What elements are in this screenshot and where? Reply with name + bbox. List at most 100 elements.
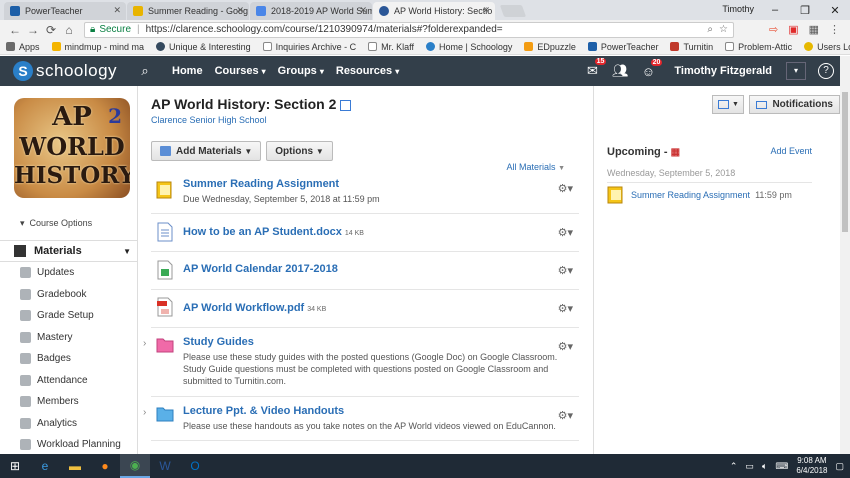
notifications-icon[interactable]: ☺ 20 bbox=[634, 58, 663, 79]
sidebar-item-updates[interactable]: Updates bbox=[0, 262, 137, 284]
gear-icon[interactable]: ⚙▾ bbox=[558, 409, 573, 422]
material-title[interactable]: Lecture Ppt. & Video Handouts bbox=[183, 405, 579, 417]
extension-arrow-icon[interactable]: ⇨ bbox=[769, 23, 778, 36]
network-icon[interactable]: ▭ bbox=[745, 461, 754, 472]
scrollbar-thumb[interactable] bbox=[842, 92, 848, 232]
language-icon[interactable]: ⌨ bbox=[775, 461, 788, 472]
sidebar-item-badges[interactable]: Badges bbox=[0, 348, 137, 370]
volume-icon[interactable]: 🔈︎ bbox=[762, 461, 767, 472]
outlook-icon[interactable]: O bbox=[180, 454, 210, 478]
school-link[interactable]: Clarence Senior High School bbox=[151, 115, 267, 125]
sidebar-item-attendance[interactable]: Attendance bbox=[0, 370, 137, 392]
upcoming-item[interactable]: Summer Reading Assignment 11:59 pm bbox=[607, 186, 792, 204]
bookmark-users-login[interactable]: Users Login Page - bbox=[804, 42, 850, 52]
gear-icon[interactable]: ⚙▾ bbox=[558, 340, 573, 353]
sidebar-item-gradebook[interactable]: Gradebook bbox=[0, 284, 137, 306]
bookmark-schoology[interactable]: Home | Schoology bbox=[426, 42, 512, 52]
sidebar-item-members[interactable]: Members bbox=[0, 391, 137, 413]
bookmark-klaff[interactable]: Mr. Klaff bbox=[368, 42, 414, 52]
gear-icon[interactable]: ⚙▾ bbox=[558, 302, 573, 315]
close-tab-icon[interactable]: ✕ bbox=[482, 5, 490, 16]
notifications-button[interactable]: Notifications bbox=[749, 95, 840, 114]
close-tab-icon[interactable]: ✕ bbox=[236, 5, 244, 16]
action-center-icon[interactable]: ▢ bbox=[835, 461, 844, 472]
bookmark-star-icon[interactable]: ☆ bbox=[719, 24, 728, 35]
material-title[interactable]: How to be an AP Student.docx bbox=[183, 226, 342, 238]
material-title[interactable]: Study Guides bbox=[183, 336, 579, 348]
bookmark-turnitin[interactable]: Turnitin bbox=[670, 42, 713, 52]
word-icon[interactable]: W bbox=[150, 454, 180, 478]
forward-icon[interactable]: → bbox=[24, 23, 42, 37]
list-item[interactable]: AP World Workflow.pdf 34 KB ⚙▾ bbox=[151, 290, 579, 328]
firefox-icon[interactable]: ● bbox=[90, 454, 120, 478]
bookmark-apps[interactable]: Apps bbox=[6, 42, 40, 52]
nav-courses[interactable]: Courses ▾ bbox=[215, 65, 266, 77]
search-icon[interactable]: ⌕ bbox=[130, 63, 160, 79]
bookmark-powerteacher[interactable]: PowerTeacher bbox=[587, 42, 658, 52]
material-title[interactable]: AP World Workflow.pdf bbox=[183, 302, 304, 314]
caret-down-icon[interactable]: ▼ bbox=[123, 247, 131, 256]
all-materials-filter[interactable]: All Materials ▼ bbox=[507, 162, 565, 172]
bookmark-edpuzzle[interactable]: EDpuzzle bbox=[524, 42, 576, 52]
sidebar-item-workload-planning[interactable]: Workload Planning bbox=[0, 434, 137, 456]
sidebar-item-mastery[interactable]: Mastery bbox=[0, 327, 137, 349]
material-title[interactable]: Summer Reading Assignment bbox=[183, 178, 579, 190]
gear-icon[interactable]: ⚙▾ bbox=[558, 182, 573, 195]
nav-resources[interactable]: Resources ▾ bbox=[336, 65, 399, 77]
add-event-link[interactable]: Add Event bbox=[770, 146, 812, 156]
schoology-logo[interactable]: S schoology bbox=[0, 61, 130, 81]
reload-icon[interactable]: ⟳ bbox=[42, 23, 60, 37]
list-item[interactable]: Summer Reading Assignment Due Wednesday,… bbox=[151, 172, 579, 214]
new-tab-button[interactable] bbox=[499, 5, 527, 17]
zoom-icon[interactable]: ⌕ bbox=[707, 24, 713, 35]
connections-icon[interactable]: 👥︎ bbox=[606, 63, 634, 79]
bookmark-unique[interactable]: Unique & Interesting bbox=[156, 42, 251, 52]
extension-screencast-icon[interactable]: ▦ bbox=[809, 23, 819, 36]
sidebar-item-analytics[interactable]: Analytics bbox=[0, 413, 137, 435]
upcoming-item-title[interactable]: Summer Reading Assignment bbox=[631, 190, 750, 200]
nav-groups[interactable]: Groups ▾ bbox=[278, 65, 324, 77]
file-explorer-icon[interactable]: ▬ bbox=[60, 454, 90, 478]
course-image[interactable]: 2 AP WORLD HISTORY bbox=[14, 98, 130, 198]
nav-home[interactable]: Home bbox=[172, 65, 203, 77]
list-item[interactable]: AP World Calendar 2017-2018 ⚙▾ bbox=[151, 252, 579, 290]
user-menu-chevron-icon[interactable]: ▾ bbox=[786, 62, 806, 80]
material-title[interactable]: AP World Calendar 2017-2018 bbox=[183, 263, 579, 275]
list-item[interactable]: How to be an AP Student.docx 14 KB ⚙▾ bbox=[151, 214, 579, 252]
messages-icon[interactable]: ✉ 15 bbox=[578, 58, 607, 79]
clock[interactable]: 9:08 AM 6/4/2018 bbox=[796, 456, 827, 476]
calendar-icon[interactable]: ▦ bbox=[671, 147, 680, 158]
bookmark-inquiries[interactable]: Inquiries Archive - C bbox=[262, 42, 356, 52]
chrome-icon[interactable]: ◉ bbox=[120, 454, 150, 478]
list-item[interactable]: › Study Guides Please use these study gu… bbox=[143, 328, 579, 397]
close-tab-icon[interactable]: ✕ bbox=[113, 5, 121, 16]
bookmark-problem-attic[interactable]: Problem-Attic bbox=[725, 42, 792, 52]
address-bar[interactable]: 🔒︎ Secure | https://clarence.schoology.c… bbox=[84, 21, 734, 38]
gear-icon[interactable]: ⚙▾ bbox=[558, 226, 573, 239]
browser-tab-summer-reading[interactable]: Summer Reading - Goog ✕ bbox=[127, 2, 249, 20]
view-toggle-button[interactable]: ▼ bbox=[712, 95, 745, 114]
browser-profile-name[interactable]: Timothy bbox=[722, 4, 754, 14]
tray-chevron-icon[interactable]: ⌃ bbox=[730, 461, 738, 472]
add-materials-button[interactable]: Add Materials ▼ bbox=[151, 141, 262, 161]
course-options-link[interactable]: ▾ Course Options bbox=[20, 218, 92, 229]
edge-icon[interactable]: e bbox=[30, 454, 60, 478]
close-tab-icon[interactable]: ✕ bbox=[359, 5, 367, 16]
browser-tab-ap-world-summer[interactable]: 2018-2019 AP World Sum ✕ bbox=[250, 2, 372, 20]
gear-icon[interactable]: ⚙▾ bbox=[558, 264, 573, 277]
options-button[interactable]: Options ▼ bbox=[266, 141, 333, 161]
list-item[interactable]: › Lecture Ppt. & Video Handouts Please u… bbox=[143, 397, 579, 441]
browser-tab-powerteacher[interactable]: PowerTeacher ✕ bbox=[4, 2, 126, 20]
sidebar-item-materials[interactable]: Materials ▼ bbox=[0, 240, 137, 262]
expand-chevron-icon[interactable]: › bbox=[143, 338, 146, 349]
sidebar-item-grade-setup[interactable]: Grade Setup bbox=[0, 305, 137, 327]
url-text[interactable]: https://clarence.schoology.com/course/12… bbox=[146, 24, 503, 35]
menu-dots-icon[interactable]: ⋮ bbox=[829, 23, 840, 36]
help-icon[interactable]: ? bbox=[818, 63, 834, 79]
home-icon[interactable]: ⌂ bbox=[60, 23, 78, 37]
minimize-icon[interactable]: – bbox=[760, 4, 790, 16]
user-name[interactable]: Timothy Fitzgerald bbox=[674, 65, 772, 77]
bookmark-mindmup[interactable]: mindmup - mind ma bbox=[51, 42, 144, 52]
expand-chevron-icon[interactable]: › bbox=[143, 407, 146, 418]
back-icon[interactable]: ← bbox=[6, 23, 24, 37]
